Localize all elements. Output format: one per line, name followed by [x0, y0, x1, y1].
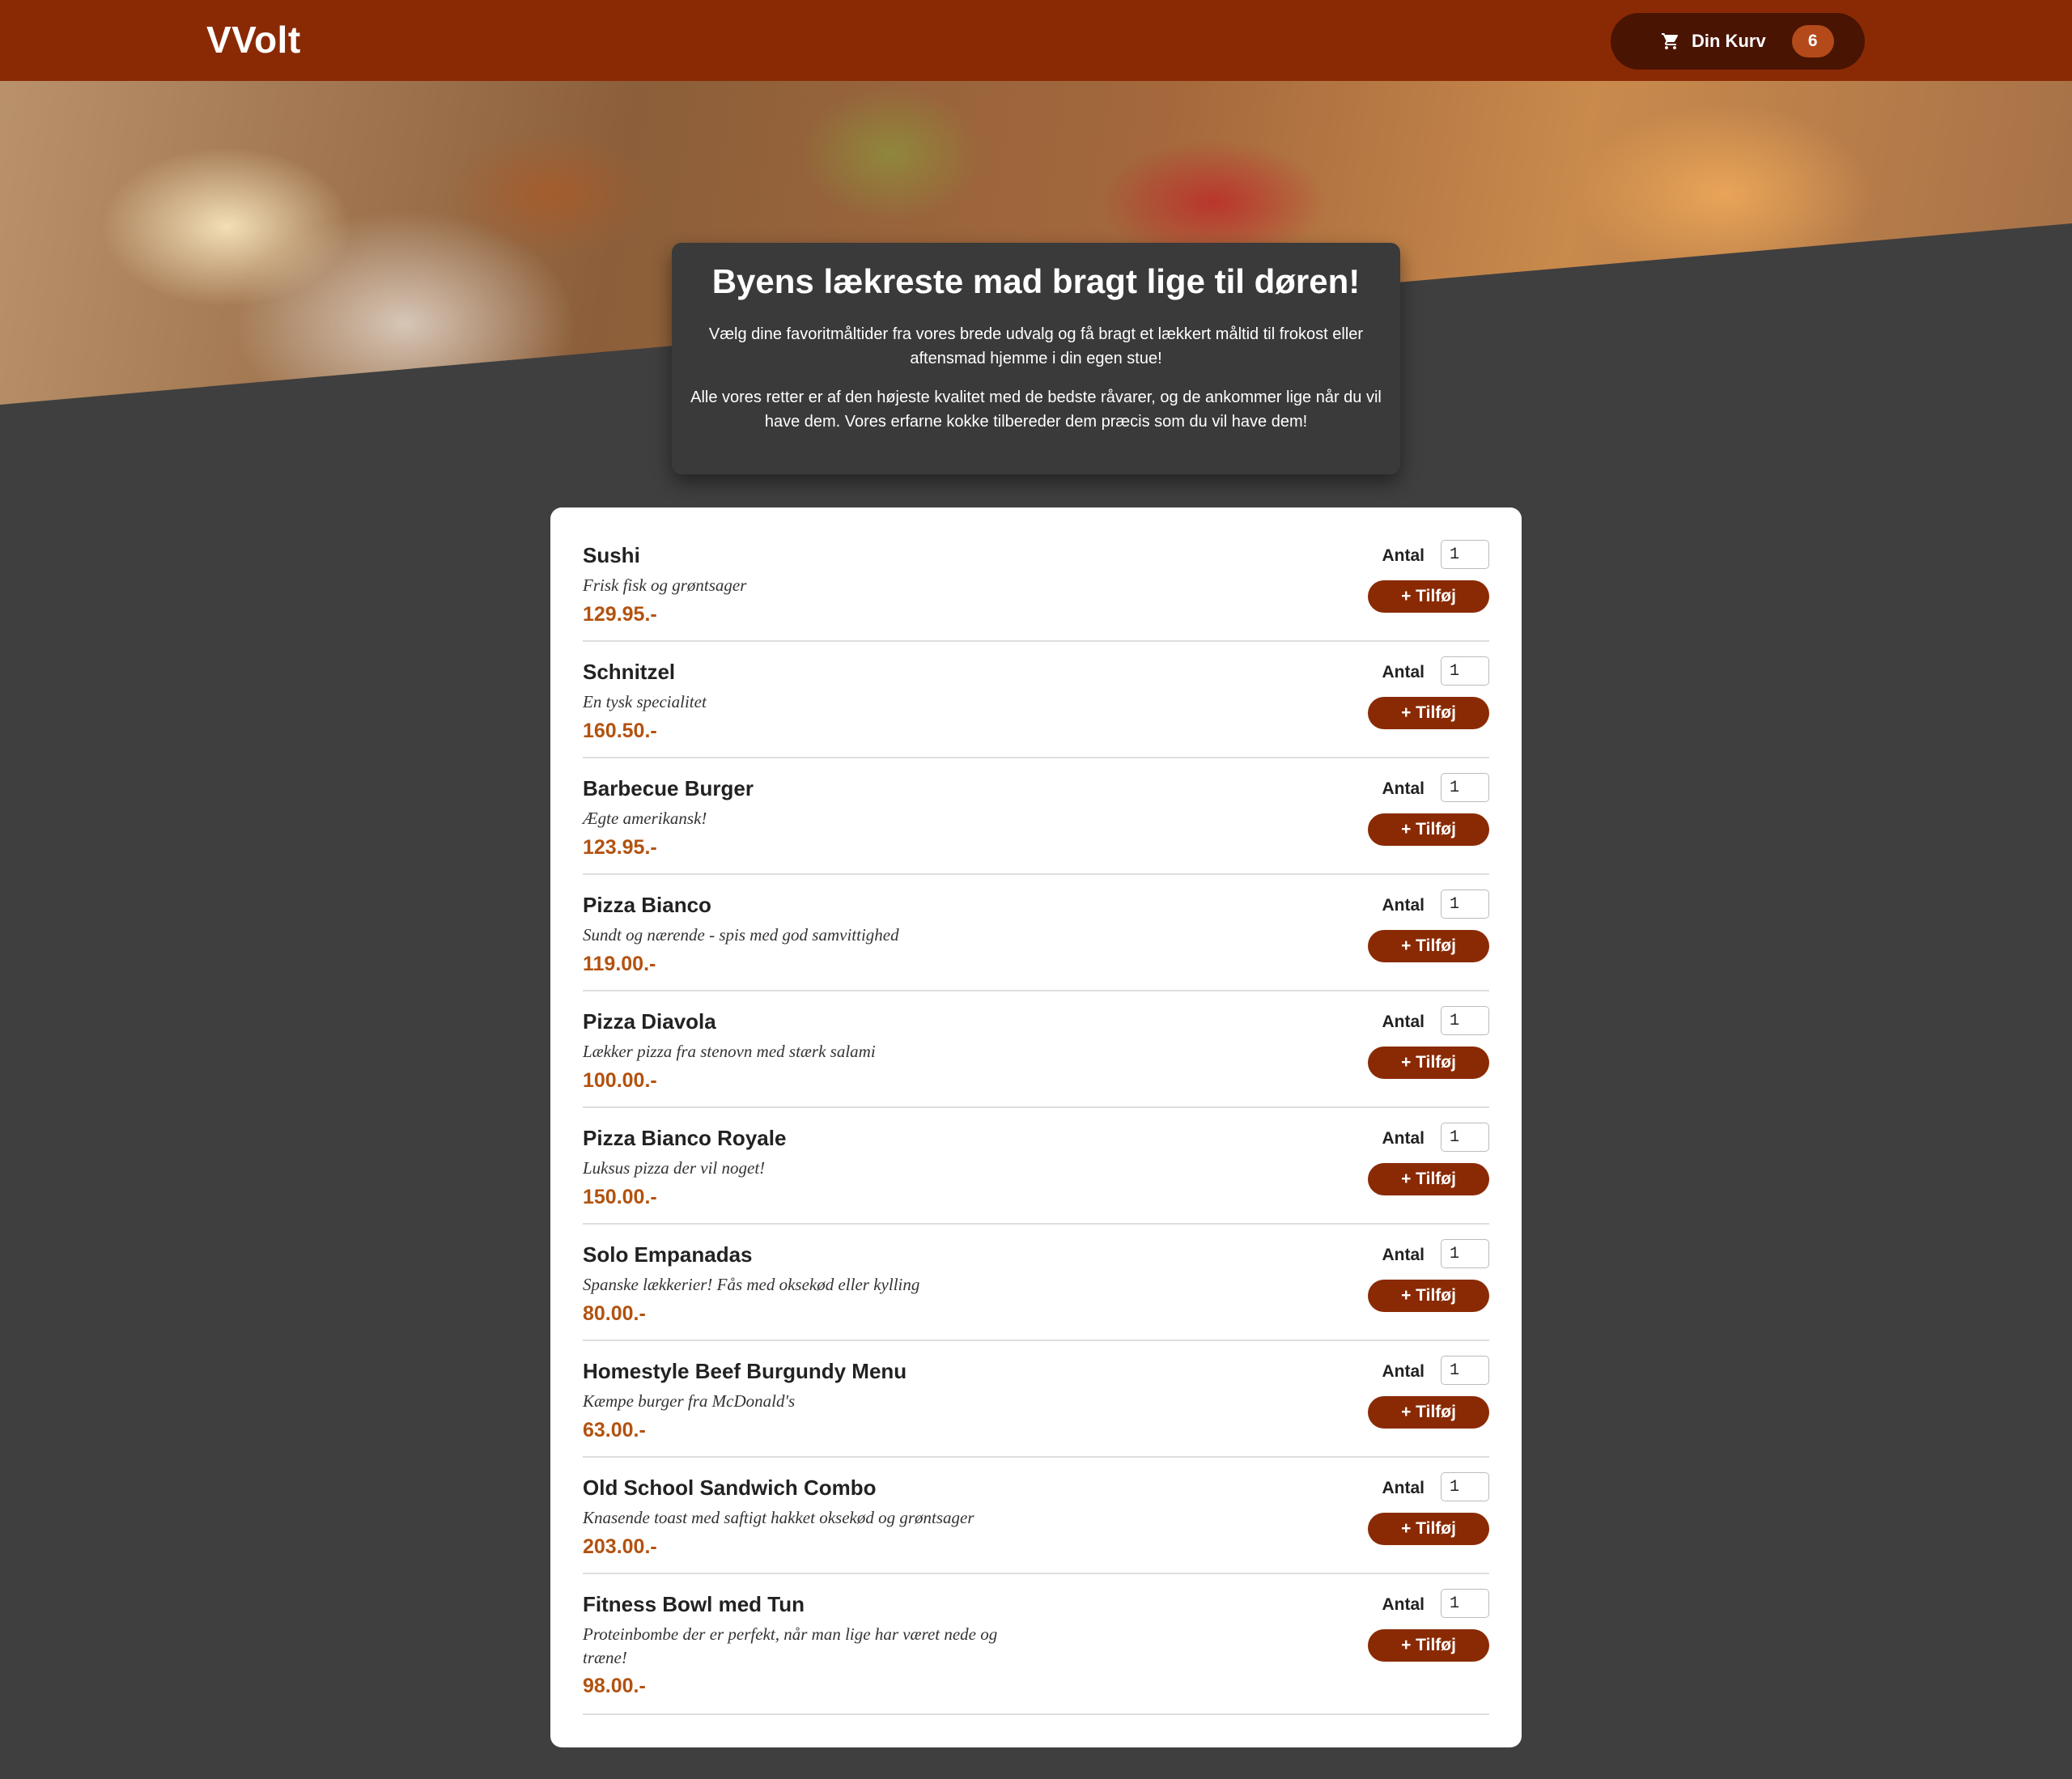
quantity-label: Antal [1382, 663, 1425, 681]
add-to-cart-button[interactable]: + Tilføj [1368, 1396, 1489, 1429]
item-description: Spanske lækkerier! Fås med oksekød eller… [583, 1275, 920, 1294]
quantity-label: Antal [1382, 1479, 1425, 1497]
menu-item: Solo Empanadas Spanske lækkerier! Fås me… [583, 1225, 1489, 1341]
menu-item: Pizza Diavola Lækker pizza fra stenovn m… [583, 991, 1489, 1108]
item-name: Pizza Diavola [583, 1009, 716, 1034]
quantity-input[interactable] [1441, 1356, 1489, 1385]
top-navbar: VVolt Din Kurv 6 [0, 0, 2072, 81]
item-name: Schnitzel [583, 660, 676, 684]
quantity-label: Antal [1382, 546, 1425, 565]
item-description: Knasende toast med saftigt hakket oksekø… [583, 1508, 974, 1527]
item-description: Kæmpe burger fra McDonald's [583, 1391, 796, 1411]
quantity-label: Antal [1382, 896, 1425, 915]
hero-paragraph-1: Vælg dine favoritmåltider fra vores bred… [708, 325, 1364, 367]
item-name: Pizza Bianco Royale [583, 1126, 787, 1150]
menu-item: Fitness Bowl med Tun Proteinbombe der er… [583, 1574, 1489, 1715]
item-price: 203.00.- [583, 1535, 657, 1558]
item-description: Frisk fisk og grøntsager [583, 575, 747, 595]
item-description: En tysk specialitet [583, 692, 707, 711]
quantity-input[interactable] [1441, 1006, 1489, 1035]
menu-item: Pizza Bianco Sundt og nærende - spis med… [583, 875, 1489, 991]
quantity-input[interactable] [1441, 1589, 1489, 1618]
quantity-input[interactable] [1441, 773, 1489, 802]
item-name: Homestyle Beef Burgundy Menu [583, 1359, 907, 1383]
item-description: Ægte amerikansk! [583, 809, 707, 828]
cart-label: Din Kurv [1692, 31, 1766, 51]
menu-item: Sushi Frisk fisk og grøntsager 129.95.- … [583, 525, 1489, 642]
site-logo[interactable]: VVolt [206, 18, 301, 62]
item-price: 80.00.- [583, 1302, 646, 1325]
quantity-input[interactable] [1441, 1123, 1489, 1152]
quantity-label: Antal [1382, 1013, 1425, 1031]
item-price: 160.50.- [583, 720, 657, 742]
add-to-cart-button[interactable]: + Tilføj [1368, 1280, 1489, 1312]
quantity-input[interactable] [1441, 890, 1489, 919]
quantity-input[interactable] [1441, 656, 1489, 686]
quantity-input[interactable] [1441, 540, 1489, 569]
quantity-label: Antal [1382, 1362, 1425, 1381]
item-description: Proteinbombe der er perfekt, når man lig… [583, 1624, 998, 1667]
add-to-cart-button[interactable]: + Tilføj [1368, 1047, 1489, 1079]
hero-paragraph-2: Alle vores retter er af den højeste kval… [690, 388, 1382, 431]
hero-intro-card: Byens lækreste mad bragt lige til døren!… [672, 243, 1400, 474]
item-name: Pizza Bianco [583, 893, 711, 917]
cart-count-badge: 6 [1791, 25, 1834, 57]
quantity-label: Antal [1382, 1595, 1425, 1614]
item-name: Solo Empanadas [583, 1242, 753, 1267]
item-name: Barbecue Burger [583, 776, 754, 800]
quantity-label: Antal [1382, 1246, 1425, 1264]
item-price: 63.00.- [583, 1419, 646, 1441]
quantity-label: Antal [1382, 1129, 1425, 1148]
item-name: Old School Sandwich Combo [583, 1475, 877, 1500]
add-to-cart-button[interactable]: + Tilføj [1368, 930, 1489, 962]
cart-button[interactable]: Din Kurv 6 [1611, 13, 1865, 70]
menu-item: Schnitzel En tysk specialitet 160.50.- A… [583, 642, 1489, 758]
item-name: Sushi [583, 543, 640, 567]
item-description: Sundt og nærende - spis med god samvitti… [583, 925, 899, 945]
item-price: 119.00.- [583, 953, 656, 975]
item-price: 100.00.- [583, 1069, 657, 1092]
item-price: 150.00.- [583, 1186, 657, 1208]
add-to-cart-button[interactable]: + Tilføj [1368, 580, 1489, 613]
item-name: Fitness Bowl med Tun [583, 1592, 805, 1616]
shopping-cart-icon [1661, 32, 1680, 51]
add-to-cart-button[interactable]: + Tilføj [1368, 1513, 1489, 1545]
item-price: 98.00.- [583, 1675, 646, 1697]
hero-title: Byens lækreste mad bragt lige til døren! [711, 262, 1361, 300]
menu-list: Sushi Frisk fisk og grøntsager 129.95.- … [550, 507, 1522, 1747]
menu-item: Homestyle Beef Burgundy Menu Kæmpe burge… [583, 1341, 1489, 1458]
quantity-input[interactable] [1441, 1472, 1489, 1501]
menu-item: Old School Sandwich Combo Knasende toast… [583, 1458, 1489, 1574]
add-to-cart-button[interactable]: + Tilføj [1368, 697, 1489, 729]
add-to-cart-button[interactable]: + Tilføj [1368, 1629, 1489, 1662]
add-to-cart-button[interactable]: + Tilføj [1368, 813, 1489, 846]
menu-item: Barbecue Burger Ægte amerikansk! 123.95.… [583, 758, 1489, 875]
item-price: 129.95.- [583, 603, 657, 626]
item-description: Lækker pizza fra stenovn med stærk salam… [583, 1042, 876, 1061]
item-price: 123.95.- [583, 836, 657, 859]
item-description: Luksus pizza der vil noget! [583, 1158, 766, 1178]
add-to-cart-button[interactable]: + Tilføj [1368, 1163, 1489, 1195]
quantity-input[interactable] [1441, 1239, 1489, 1268]
quantity-label: Antal [1382, 779, 1425, 798]
menu-item: Pizza Bianco Royale Luksus pizza der vil… [583, 1108, 1489, 1225]
